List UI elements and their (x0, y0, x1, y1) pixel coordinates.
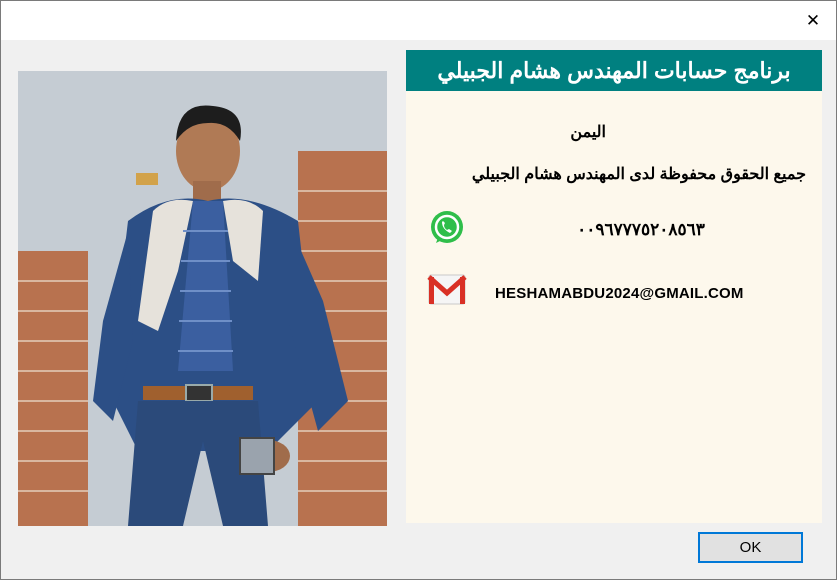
title-bar: ✕ (1, 1, 836, 40)
profile-photo (18, 71, 387, 526)
ok-button[interactable]: OK (698, 532, 803, 563)
copyright-text: جميع الحقوق محفوظة لدى المهندس هشام الجب… (471, 166, 806, 183)
phone-number: ٠٠٩٦٧٧٧٥٢٠٨٥٦٣ (577, 220, 705, 239)
about-dialog: ✕ برنامج حسابات المهندس هشام الجبيلي الي… (0, 0, 837, 580)
program-title: برنامج حسابات المهندس هشام الجبيلي (406, 50, 822, 91)
close-button[interactable]: ✕ (790, 1, 836, 40)
info-panel: برنامج حسابات المهندس هشام الجبيلي اليمن… (406, 50, 822, 523)
gmail-icon (427, 271, 467, 308)
whatsapp-icon (428, 209, 466, 247)
country-label: اليمن (570, 124, 606, 141)
close-icon: ✕ (805, 10, 821, 30)
email-address: HESHAMABDU2024@GMAIL.COM (495, 285, 744, 302)
